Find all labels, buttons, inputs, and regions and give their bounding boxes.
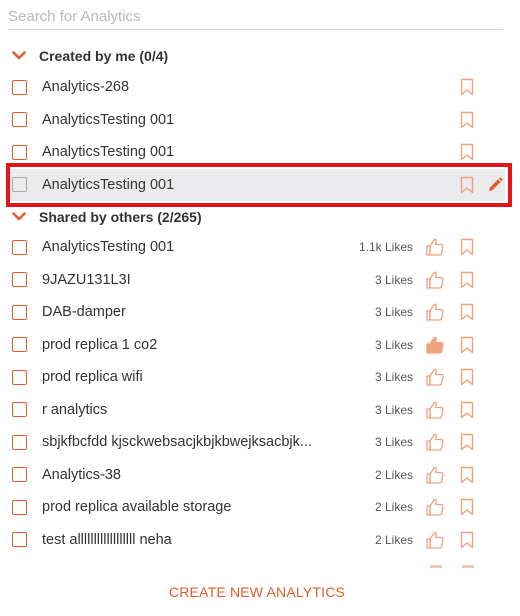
checkbox-icon[interactable] bbox=[12, 79, 27, 95]
likes-count: 2 Likes bbox=[374, 467, 413, 482]
thumbs-up-icon[interactable] bbox=[425, 497, 445, 517]
checkbox-icon[interactable] bbox=[12, 467, 27, 482]
bookmark-icon[interactable] bbox=[460, 498, 474, 516]
list-item[interactable]: r analytics 3 Likes bbox=[0, 394, 520, 426]
list-item-selected[interactable]: AnalyticsTesting 001 bbox=[8, 168, 505, 201]
analytics-name[interactable]: prod replica available storage bbox=[42, 499, 231, 515]
likes-count: 2 Likes bbox=[374, 532, 413, 547]
likes-count: 3 Likes bbox=[374, 370, 413, 384]
thumbs-up-icon[interactable] bbox=[425, 432, 445, 452]
analytics-name[interactable]: prod replica wifi bbox=[42, 369, 143, 385]
chevron-down-icon bbox=[12, 212, 26, 221]
likes-count: 3 Likes bbox=[374, 305, 413, 319]
analytics-name[interactable]: r analytics bbox=[42, 402, 107, 418]
thumbs-up-icon[interactable] bbox=[425, 400, 445, 420]
list-item[interactable]: prod replica 1 co2 3 Likes bbox=[0, 329, 520, 361]
analytics-name[interactable]: test allllllllllllllllll neha bbox=[42, 532, 172, 548]
list-item[interactable]: 9JAZU131L3I 3 Likes bbox=[0, 264, 520, 296]
checkbox-icon[interactable] bbox=[12, 499, 27, 515]
checkbox-icon[interactable] bbox=[12, 272, 27, 287]
shared-section-label: Shared by others (2/265) bbox=[39, 209, 202, 225]
likes-count: 1.1k Likes bbox=[358, 240, 413, 254]
thumbs-up-icon[interactable] bbox=[425, 367, 445, 387]
likes-count: 3 Likes bbox=[374, 435, 413, 449]
bookmark-icon[interactable] bbox=[460, 368, 474, 386]
bookmark-icon[interactable] bbox=[460, 111, 474, 129]
checkbox-icon[interactable] bbox=[12, 337, 27, 352]
list-item[interactable]: AnalyticsTesting 001 bbox=[0, 136, 520, 168]
bookmark-icon[interactable] bbox=[460, 466, 474, 484]
bookmark-icon[interactable] bbox=[460, 531, 474, 549]
bookmark-icon[interactable] bbox=[460, 176, 474, 194]
bookmark-icon[interactable] bbox=[460, 238, 474, 256]
created-section-header[interactable]: Created by me (0/4) bbox=[12, 46, 168, 66]
chevron-down-icon bbox=[12, 51, 26, 60]
list-item[interactable]: DAB-damper 3 Likes bbox=[0, 296, 520, 328]
analytics-name[interactable]: AnalyticsTesting 001 bbox=[42, 112, 174, 128]
checkbox-icon[interactable] bbox=[12, 239, 27, 255]
analytics-name[interactable]: DAB-damper bbox=[42, 304, 126, 320]
list-item[interactable]: Analytics-268 bbox=[0, 71, 520, 103]
list-scroll-fade bbox=[430, 565, 474, 568]
pencil-icon[interactable] bbox=[487, 177, 503, 193]
checkbox-icon[interactable] bbox=[12, 177, 27, 192]
analytics-name[interactable]: Analytics-38 bbox=[42, 467, 121, 483]
thumbs-up-icon[interactable] bbox=[425, 530, 445, 550]
analytics-name[interactable]: AnalyticsTesting 001 bbox=[42, 144, 174, 160]
bookmark-icon[interactable] bbox=[460, 433, 474, 451]
list-item[interactable]: test allllllllllllllllll neha 2 Likes bbox=[0, 524, 520, 556]
list-item[interactable]: AnalyticsTesting 001 1.1k Likes bbox=[0, 231, 520, 263]
search-bar bbox=[8, 0, 503, 30]
list-item[interactable]: Analytics-38 2 Likes bbox=[0, 459, 520, 491]
bookmark-icon[interactable] bbox=[460, 303, 474, 321]
bookmark-icon[interactable] bbox=[460, 401, 474, 419]
likes-count: 3 Likes bbox=[374, 337, 413, 352]
likes-count: 3 Likes bbox=[374, 402, 413, 417]
search-input[interactable] bbox=[8, 2, 503, 30]
thumbs-up-icon[interactable] bbox=[425, 302, 445, 322]
checkbox-icon[interactable] bbox=[12, 369, 27, 385]
analytics-name[interactable]: 9JAZU131L3I bbox=[42, 272, 131, 288]
analytics-name[interactable]: AnalyticsTesting 001 bbox=[42, 239, 174, 255]
thumbs-up-icon[interactable] bbox=[425, 335, 445, 355]
bookmark-icon[interactable] bbox=[460, 78, 474, 96]
thumbs-up-icon[interactable] bbox=[425, 465, 445, 485]
likes-count: 3 Likes bbox=[374, 272, 413, 287]
list-item[interactable]: prod replica available storage 2 Likes bbox=[0, 491, 520, 523]
create-new-analytics-button[interactable]: CREATE NEW ANALYTICS bbox=[0, 584, 514, 600]
likes-count: 2 Likes bbox=[374, 500, 413, 514]
bookmark-icon[interactable] bbox=[460, 271, 474, 289]
checkbox-icon[interactable] bbox=[12, 304, 27, 320]
created-section-label: Created by me (0/4) bbox=[39, 48, 169, 64]
list-item[interactable]: prod replica wifi 3 Likes bbox=[0, 361, 520, 393]
analytics-name[interactable]: prod replica 1 co2 bbox=[42, 337, 157, 353]
analytics-name[interactable]: AnalyticsTesting 001 bbox=[42, 177, 174, 193]
thumbs-up-icon[interactable] bbox=[425, 237, 445, 257]
checkbox-icon[interactable] bbox=[12, 402, 27, 417]
checkbox-icon[interactable] bbox=[12, 112, 27, 127]
list-item[interactable]: sbjkfbcfdd kjsckwebsacjkbjkbwejksacbjk..… bbox=[0, 426, 520, 458]
thumbs-up-icon[interactable] bbox=[425, 270, 445, 290]
checkbox-icon[interactable] bbox=[12, 532, 27, 547]
bookmark-icon[interactable] bbox=[460, 143, 474, 161]
list-item[interactable]: AnalyticsTesting 001 bbox=[0, 104, 520, 136]
bookmark-icon[interactable] bbox=[460, 336, 474, 354]
shared-section-header[interactable]: Shared by others (2/265) bbox=[12, 207, 202, 227]
analytics-name[interactable]: sbjkfbcfdd kjsckwebsacjkbjkbwejksacbjk..… bbox=[42, 434, 312, 450]
checkbox-icon[interactable] bbox=[12, 434, 27, 450]
checkbox-icon[interactable] bbox=[12, 144, 27, 160]
analytics-name[interactable]: Analytics-268 bbox=[42, 79, 129, 95]
